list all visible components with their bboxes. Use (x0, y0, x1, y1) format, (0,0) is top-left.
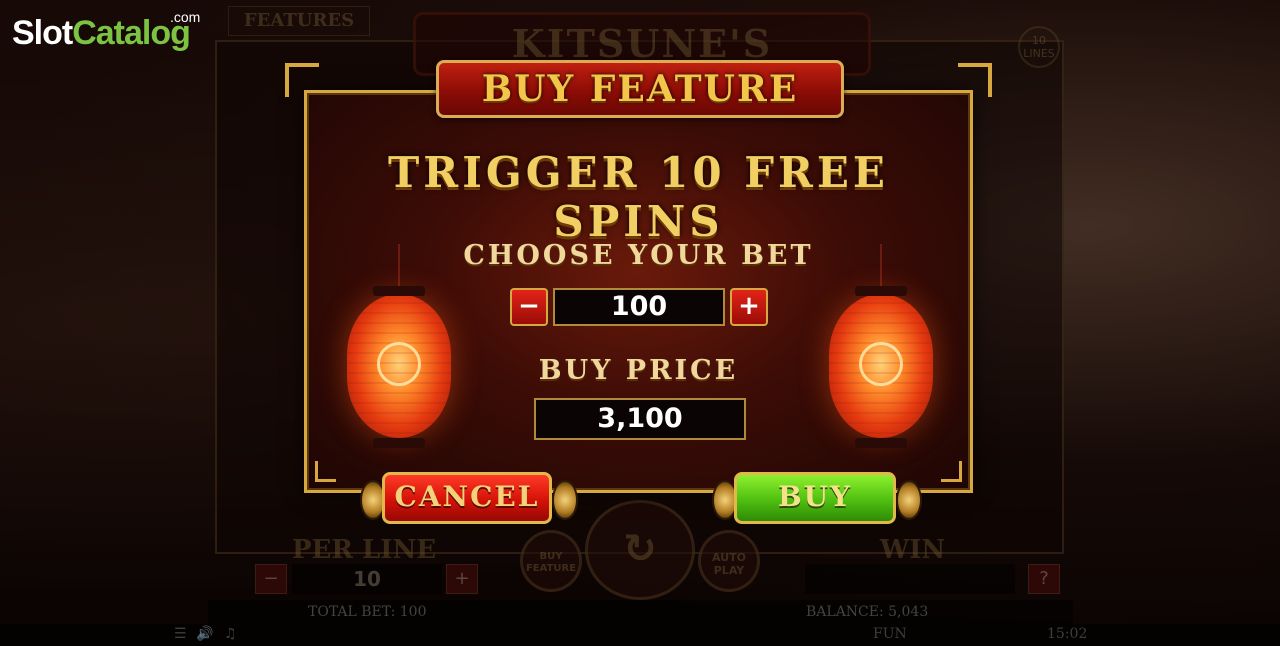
lantern-cap (855, 286, 907, 296)
choose-bet-label: CHOOSE YOUR BET (463, 240, 814, 271)
corner-ornament-bottom-right (941, 461, 962, 482)
logo-slot-text: Slot (12, 14, 73, 52)
dialog-title: BUY FEATURE (481, 68, 799, 110)
corner-ornament-top-right (958, 63, 992, 97)
free-spins-headline: TRIGGER 10 FREE SPINS (388, 148, 889, 246)
logo-com-text: .com (170, 9, 201, 25)
corner-ornament-top-left (285, 63, 319, 97)
buy-price-value: 3,100 (534, 398, 746, 440)
corner-ornament-bottom-left (315, 461, 336, 482)
buy-button[interactable]: BUY (734, 472, 896, 524)
slotcatalog-logo: SlotCatalog (12, 14, 191, 53)
lantern-cap (373, 438, 425, 448)
buy-price-label: BUY PRICE (538, 355, 739, 386)
knob-ornament-icon (896, 480, 922, 520)
dialog-header: BUY FEATURE (436, 60, 844, 118)
buy-button-group: BUY (712, 472, 922, 524)
bet-increase-button[interactable]: + (730, 288, 768, 326)
bet-value: 100 (553, 288, 725, 326)
cancel-button-group: CANCEL (360, 472, 578, 524)
knob-ornament-icon (552, 480, 578, 520)
lantern-cap (373, 286, 425, 296)
bet-decrease-button[interactable]: − (510, 288, 548, 326)
lantern-cap (855, 438, 907, 448)
cancel-button[interactable]: CANCEL (382, 472, 552, 524)
